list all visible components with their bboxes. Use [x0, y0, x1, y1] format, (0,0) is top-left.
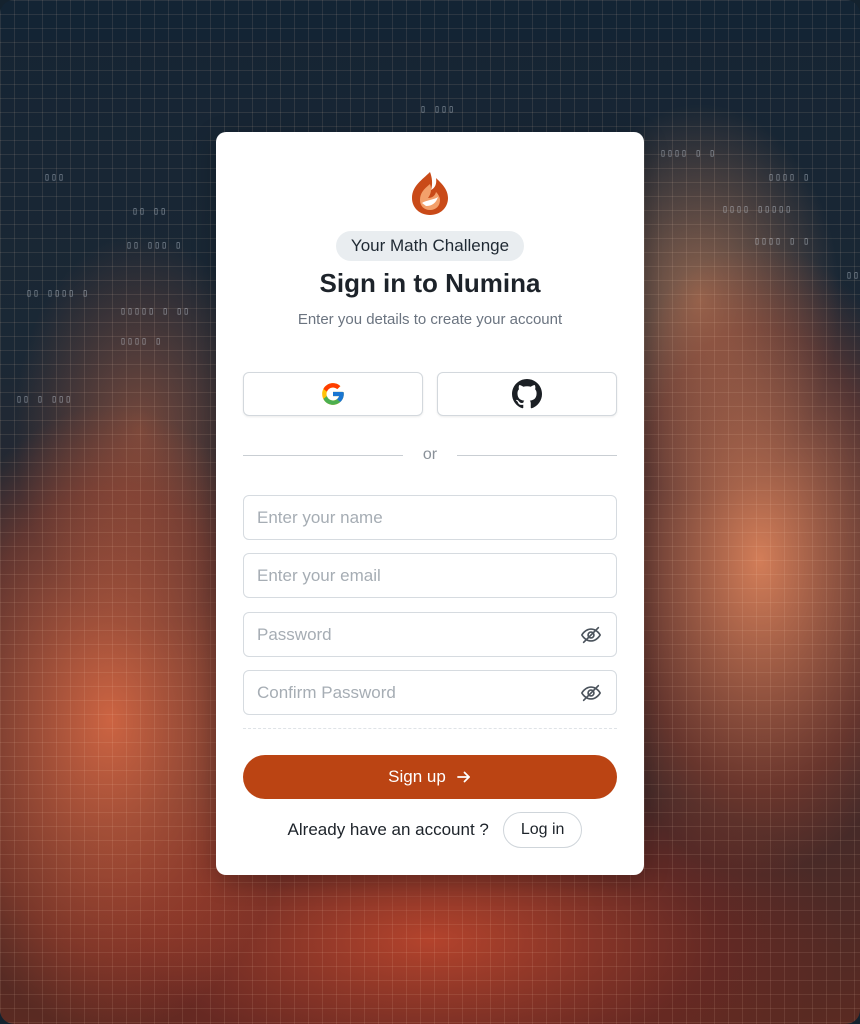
background-glyph: ▯▯ ▯ ▯▯▯	[16, 394, 73, 405]
background-glyph: ▯▯▯▯ ▯▯▯▯▯	[722, 204, 793, 215]
background-glyph: ▯ ▯▯▯	[420, 104, 456, 115]
google-icon	[322, 383, 344, 405]
password-field	[243, 612, 617, 657]
divider-label: or	[422, 446, 438, 463]
background-glyph: ▯▯▯▯ ▯ ▯	[660, 148, 717, 159]
email-field	[243, 553, 617, 598]
form-separator	[243, 728, 617, 729]
challenge-badge: Your Math Challenge	[336, 231, 524, 261]
background-glyph: ▯▯ ▯▯▯▯ ▯	[26, 288, 90, 299]
password-input[interactable]	[244, 613, 580, 656]
background-glyph: ▯▯▯▯▯ ▯ ▯▯	[120, 306, 191, 317]
eye-off-icon[interactable]	[580, 624, 602, 646]
login-button[interactable]: Log in	[502, 812, 583, 848]
background-glyph: ▯▯▯▯ ▯	[120, 336, 163, 347]
email-input[interactable]	[244, 554, 616, 597]
signup-button[interactable]: Sign up	[243, 755, 617, 799]
background-glyph: ▯▯ ▯▯▯ ▯	[126, 240, 183, 251]
github-signin-button[interactable]	[437, 372, 617, 416]
background-glyph: ▯▯	[846, 270, 860, 281]
flame-logo-icon	[408, 170, 452, 216]
name-field	[243, 495, 617, 540]
github-icon	[512, 379, 542, 409]
google-signin-button[interactable]	[243, 372, 423, 416]
page-title: Sign in to Numina	[319, 268, 541, 298]
signup-label: Sign up	[388, 767, 446, 786]
eye-off-icon[interactable]	[580, 682, 602, 704]
background-glyph: ▯▯ ▯▯	[132, 206, 168, 217]
arrow-right-icon	[456, 771, 470, 783]
login-prompt: Already have an account ?	[287, 820, 489, 839]
page-subtitle: Enter you details to create your account	[297, 311, 563, 328]
background-glyph: ▯▯▯▯ ▯	[768, 172, 811, 183]
background-glyph: ▯▯▯▯ ▯ ▯	[754, 236, 811, 247]
divider-line	[243, 454, 403, 456]
confirm-password-field	[243, 670, 617, 715]
divider-line	[457, 454, 618, 456]
or-divider: or	[243, 444, 618, 466]
name-input[interactable]	[244, 496, 616, 539]
login-prompt-row: Already have an account ? Log in	[216, 812, 644, 848]
signup-card: Your Math Challenge Sign in to Numina En…	[216, 132, 644, 875]
background-glyph: ▯▯▯	[44, 172, 66, 183]
confirm-password-input[interactable]	[244, 671, 580, 714]
